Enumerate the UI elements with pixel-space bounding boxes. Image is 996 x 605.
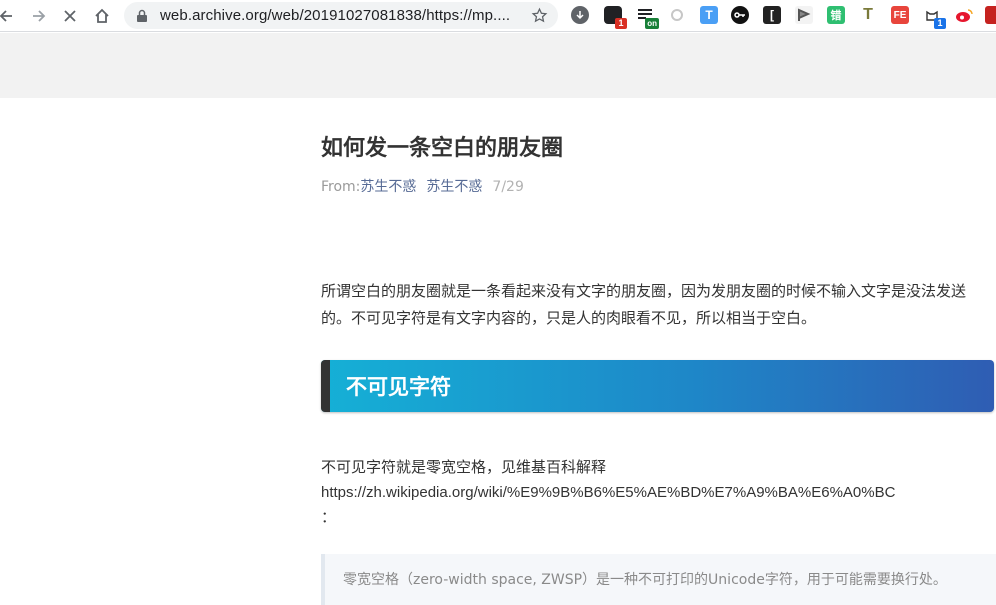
fe-extension-icon[interactable]: FE bbox=[891, 6, 909, 24]
translate-t-icon[interactable]: T bbox=[700, 6, 718, 24]
home-button[interactable] bbox=[90, 4, 114, 28]
page-header-band bbox=[0, 33, 996, 98]
blockquote: 零宽空格（zero-width space, ZWSP）是一种不可打印的Unic… bbox=[321, 554, 996, 605]
back-arrow-icon bbox=[0, 10, 12, 22]
blockquote-text: 零宽空格（zero-width space, ZWSP）是一种不可打印的Unic… bbox=[343, 572, 947, 588]
stop-button[interactable] bbox=[58, 4, 82, 28]
cat-extension-icon[interactable]: 1 bbox=[923, 6, 946, 29]
extension-list-icon[interactable]: on bbox=[636, 6, 659, 29]
close-icon bbox=[64, 10, 76, 22]
lock-icon bbox=[137, 9, 147, 22]
meta-from-author-link[interactable]: 苏生不惑 bbox=[360, 179, 416, 195]
meta-author-link[interactable]: 苏生不惑 bbox=[426, 179, 482, 195]
t-extension-icon[interactable]: T bbox=[859, 6, 877, 24]
definition-paragraph: 不可见字符就是零宽空格，见维基百科解释 https://zh.wikipedia… bbox=[321, 455, 993, 530]
bookmark-star-icon[interactable] bbox=[531, 7, 548, 24]
definition-colon: ： bbox=[321, 508, 337, 526]
back-button[interactable] bbox=[0, 4, 18, 28]
meta-from-label: From: bbox=[321, 179, 361, 195]
home-icon bbox=[95, 8, 109, 23]
section-heading-bar: 不可见字符 bbox=[321, 360, 994, 412]
heading-left-edge bbox=[321, 360, 330, 412]
forward-button[interactable] bbox=[27, 4, 51, 28]
intro-paragraph: 所谓空白的朋友圈就是一条看起来没有文字的朋友圈，因为发朋友圈的时候不输入文字是没… bbox=[321, 282, 967, 327]
extension-badge-icon[interactable]: 1 bbox=[604, 6, 627, 29]
section-heading: 不可见字符 bbox=[346, 375, 451, 399]
download-icon[interactable] bbox=[571, 6, 589, 24]
forward-arrow-icon bbox=[33, 10, 46, 22]
article-title: 如何发一条空白的朋友圈 bbox=[321, 136, 564, 161]
red-extension-icon[interactable] bbox=[985, 6, 996, 24]
address-bar[interactable]: web.archive.org/web/20191027081838/https… bbox=[124, 2, 558, 29]
key-icon[interactable] bbox=[731, 6, 749, 24]
weibo-icon[interactable] bbox=[955, 6, 973, 24]
meta-date: 7/29 bbox=[492, 179, 524, 195]
flag-extension-icon[interactable] bbox=[795, 6, 813, 24]
url-text[interactable]: web.archive.org/web/20191027081838/https… bbox=[160, 7, 510, 24]
wikipedia-link[interactable]: https://zh.wikipedia.org/wiki/%E9%9B%B6%… bbox=[321, 480, 993, 505]
article-meta: From:苏生不惑 苏生不惑 7/29 bbox=[321, 176, 524, 196]
definition-text: 不可见字符就是零宽空格，见维基百科解释 bbox=[321, 458, 607, 476]
cuo-extension-icon[interactable]: 错 bbox=[827, 6, 845, 24]
browser-toolbar: web.archive.org/web/20191027081838/https… bbox=[0, 0, 996, 32]
bracket-extension-icon[interactable]: [ bbox=[763, 6, 781, 24]
gray-extension-icon[interactable] bbox=[668, 6, 686, 24]
